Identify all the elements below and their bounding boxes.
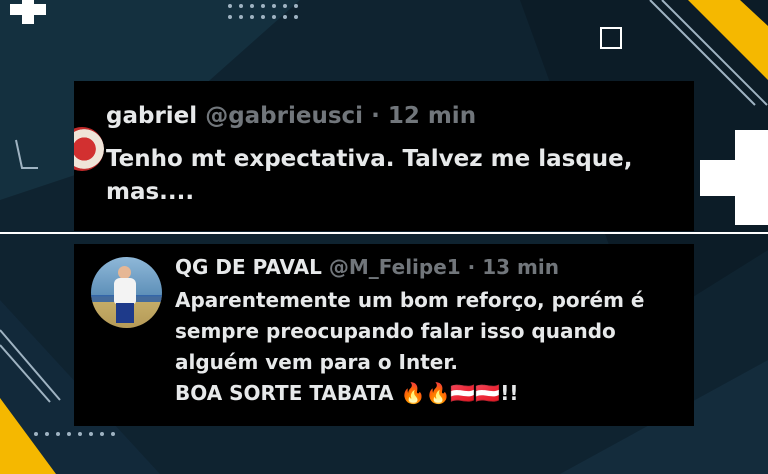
tweet-card[interactable]: QG DE PAVAL @M_Felipe1 · 13 min Aparente… — [74, 244, 694, 426]
handle[interactable]: @gabrieusci — [205, 103, 363, 129]
tweet-header: QG DE PAVAL @M_Felipe1 · 13 min — [175, 255, 559, 279]
timestamp[interactable]: 12 min — [388, 103, 476, 129]
display-name[interactable]: QG DE PAVAL — [175, 255, 322, 279]
avatar[interactable] — [74, 127, 104, 171]
avatar-figure-body — [114, 278, 136, 304]
tweet-text: Aparentemente um bom reforço, porém é se… — [175, 288, 645, 405]
separator: · — [467, 255, 476, 279]
divider-line — [0, 232, 768, 234]
handle[interactable]: @M_Felipe1 — [329, 255, 461, 279]
avatar-figure-legs — [116, 303, 134, 323]
tweet-header: gabriel @gabrieusci · 12 min — [106, 103, 476, 129]
timestamp[interactable]: 13 min — [482, 255, 559, 279]
tweet-text: Tenho mt expectativa. Talvez me lasque, … — [106, 146, 633, 205]
display-name[interactable]: gabriel — [106, 103, 197, 129]
tweet-card[interactable]: gabriel @gabrieusci · 12 min Tenho mt ex… — [74, 81, 694, 231]
avatar[interactable] — [91, 257, 162, 328]
separator: · — [371, 103, 380, 129]
